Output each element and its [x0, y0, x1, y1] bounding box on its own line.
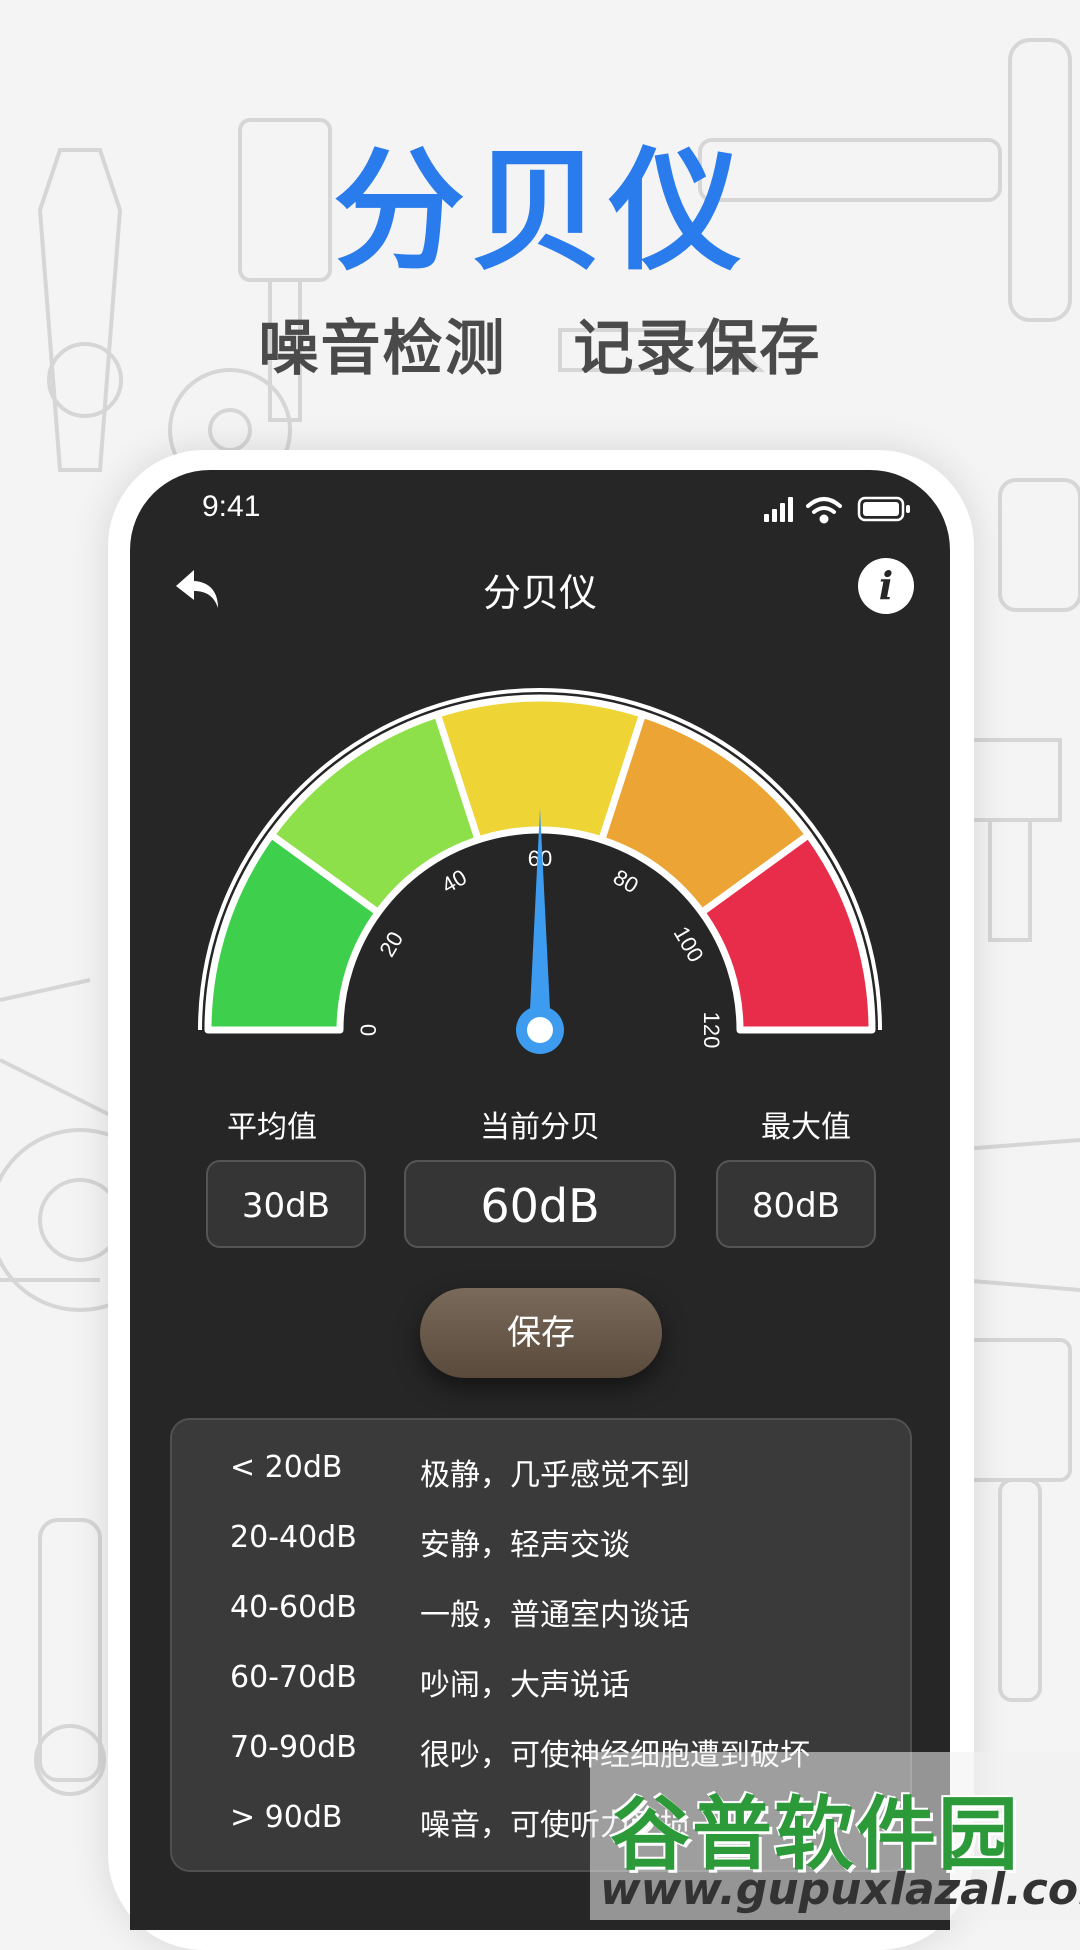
signal-icon — [764, 497, 793, 522]
wifi-icon — [806, 497, 842, 524]
current-db-value: 60dB — [404, 1160, 676, 1248]
reference-desc: 安静，轻声交谈 — [420, 1528, 630, 1563]
gauge-tick-label: 100 — [669, 922, 709, 966]
current-db-label: 当前分贝 — [480, 1110, 600, 1145]
reference-desc: 一般，普通室内谈话 — [420, 1598, 690, 1633]
phone-screen: 9:41 分贝仪 i 020406080100120 平均值 当前分贝 最大值 … — [130, 470, 950, 1930]
reference-desc: 极静，几乎感觉不到 — [420, 1458, 690, 1493]
status-time: 9:41 — [202, 490, 261, 523]
gauge-needle — [529, 808, 551, 1030]
save-button[interactable]: 保存 — [420, 1288, 662, 1378]
gauge-tick-label: 20 — [374, 927, 408, 961]
hero-title: 分贝仪 — [333, 135, 747, 289]
max-value: 80dB — [716, 1160, 876, 1248]
reference-range: > 90dB — [230, 1800, 343, 1835]
gauge-tick-label: 80 — [609, 864, 643, 898]
gauge-tick-label: 120 — [699, 1012, 724, 1049]
hero-subtitle-record: 记录保存 — [573, 314, 822, 384]
max-label: 最大值 — [761, 1110, 851, 1145]
reference-range: 40-60dB — [230, 1590, 357, 1625]
nav-title: 分贝仪 — [482, 571, 597, 615]
decibel-gauge: 020406080100120 — [198, 688, 882, 1054]
hero-subtitle-noise: 噪音检测 — [258, 314, 507, 384]
gauge-needle-hub-center — [527, 1017, 553, 1043]
reference-range: 70-90dB — [230, 1730, 357, 1765]
reference-range: < 20dB — [230, 1450, 343, 1485]
reference-range: 60-70dB — [230, 1660, 357, 1695]
reference-row: < 20dB 极静，几乎感觉不到 — [230, 1450, 890, 1510]
reference-desc: 吵闹，大声说话 — [420, 1668, 630, 1703]
reference-row: 20-40dB 安静，轻声交谈 — [230, 1520, 890, 1580]
hero-subtitle: 噪音检测 记录保存 — [0, 300, 1080, 387]
site-watermark: 谷普软件园 www.gupuxlazal.com — [590, 1752, 1080, 1920]
info-icon[interactable]: i — [858, 558, 914, 614]
gauge-tick-label: 0 — [356, 1024, 381, 1036]
reference-row: 40-60dB 一般，普通室内谈话 — [230, 1590, 890, 1650]
reference-row: 60-70dB 吵闹，大声说话 — [230, 1660, 890, 1720]
average-label: 平均值 — [227, 1110, 317, 1145]
gauge-tick-label: 40 — [437, 864, 471, 898]
reference-range: 20-40dB — [230, 1520, 357, 1555]
status-icons — [764, 496, 910, 524]
watermark-url: www.gupuxlazal.com — [600, 1864, 1080, 1915]
average-value: 30dB — [206, 1160, 366, 1248]
battery-icon — [857, 496, 910, 522]
